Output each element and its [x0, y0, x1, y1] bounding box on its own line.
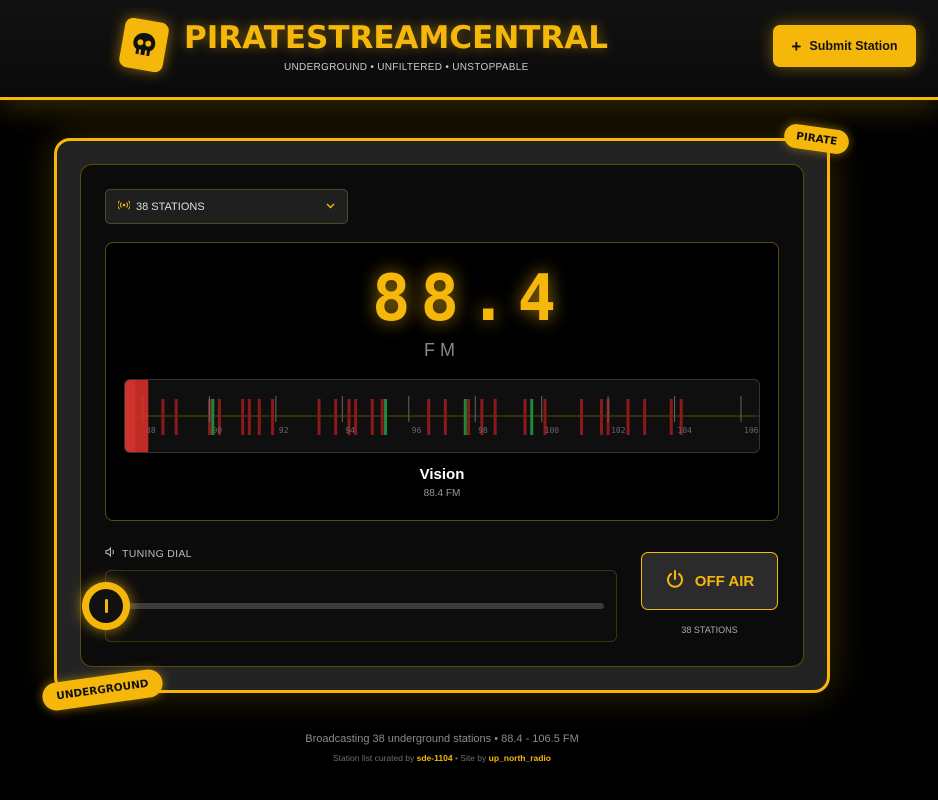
frequency-unit: FM [424, 340, 460, 360]
station-marker-28 [759, 399, 760, 435]
station-marker-6 [257, 399, 261, 435]
tuning-needle-glow [125, 380, 135, 452]
band-scale-graphic: 88 90 92 94 96 98 100 102 104 106 [125, 380, 760, 452]
station-marker-15 [443, 399, 447, 435]
frequency-readout: 88.4 [371, 262, 567, 336]
speaker-icon [105, 546, 116, 560]
station-marker-12 [370, 399, 374, 435]
band-tick-label-90: 90 [212, 426, 222, 435]
band-tick-label-92: 92 [279, 426, 289, 435]
knob-indicator [104, 599, 108, 613]
site-tagline: UNDERGROUND • UNFILTERED • UNSTOPPABLE [284, 62, 529, 73]
station-marker-9 [334, 399, 338, 435]
station-marker-14 [427, 399, 431, 435]
station-marker-13 [380, 399, 384, 435]
site-title[interactable]: PIRATESTREAMCENTRAL [184, 20, 608, 56]
site-header: PIRATESTREAMCENTRAL UNDERGROUND • UNFILT… [0, 0, 938, 100]
band-tick-label-98: 98 [478, 426, 488, 435]
tuning-dial-text: TUNING DIAL [122, 547, 192, 560]
station-marker-5 [247, 399, 251, 435]
station-marker-8 [317, 399, 321, 435]
station-count-value: 38 STATIONS [136, 200, 205, 213]
power-icon [665, 569, 685, 593]
tuning-slider-track[interactable] [110, 603, 604, 609]
footer-credits: Station list curated by sde-1104 • Site … [0, 753, 884, 763]
active-station-marker-1 [384, 399, 388, 435]
station-marker-1 [174, 399, 178, 435]
band-tick-label-100: 100 [545, 426, 560, 435]
plus-icon: + [791, 36, 802, 56]
credit-mid: • Site by [454, 753, 487, 763]
station-marker-22 [599, 399, 603, 435]
band-tick-label-104: 104 [678, 426, 693, 435]
active-station-marker-3 [530, 399, 534, 435]
station-count-dropdown[interactable]: 38 STATIONS [105, 189, 348, 224]
credit-prefix: Station list curated by [333, 753, 415, 763]
submit-station-label: Submit Station [809, 39, 898, 53]
submit-station-button[interactable]: + Submit Station [773, 25, 916, 67]
station-marker-7 [271, 399, 275, 435]
band-tick-label-96: 96 [412, 426, 422, 435]
broadcast-icon [117, 200, 131, 213]
station-marker-25 [643, 399, 647, 435]
station-marker-21 [580, 399, 584, 435]
footer-summary: Broadcasting 38 underground stations • 8… [305, 733, 579, 745]
curator-link[interactable]: sde-1104 [417, 753, 453, 763]
tuning-knob[interactable] [82, 582, 130, 630]
station-marker-26 [669, 399, 673, 435]
station-marker-0 [161, 399, 165, 435]
active-station-marker-2 [463, 399, 467, 435]
station-marker-16 [467, 399, 471, 435]
frequency-band-scale[interactable]: 88 90 92 94 96 98 100 102 104 106 [124, 379, 760, 453]
chevron-down-icon [326, 201, 335, 212]
current-station-name: Vision [419, 466, 465, 483]
knob-center [89, 589, 123, 623]
station-marker-24 [626, 399, 630, 435]
band-tick-label-102: 102 [611, 426, 626, 435]
power-label: OFF AIR [694, 572, 755, 590]
station-marker-19 [523, 399, 527, 435]
skull-logo-icon[interactable] [117, 16, 171, 74]
band-tick-label-106: 106 [744, 426, 759, 435]
site-author-link[interactable]: up_north_radio [489, 753, 551, 763]
station-marker-18 [493, 399, 497, 435]
power-toggle-button[interactable]: OFF AIR [641, 552, 778, 610]
tuning-dial-label: TUNING DIAL [105, 546, 192, 560]
band-tick-label-94: 94 [345, 426, 355, 435]
station-marker-4 [241, 399, 245, 435]
power-station-count: 38 STATIONS [681, 625, 738, 635]
current-station-frequency: 88.4 FM [423, 488, 461, 499]
